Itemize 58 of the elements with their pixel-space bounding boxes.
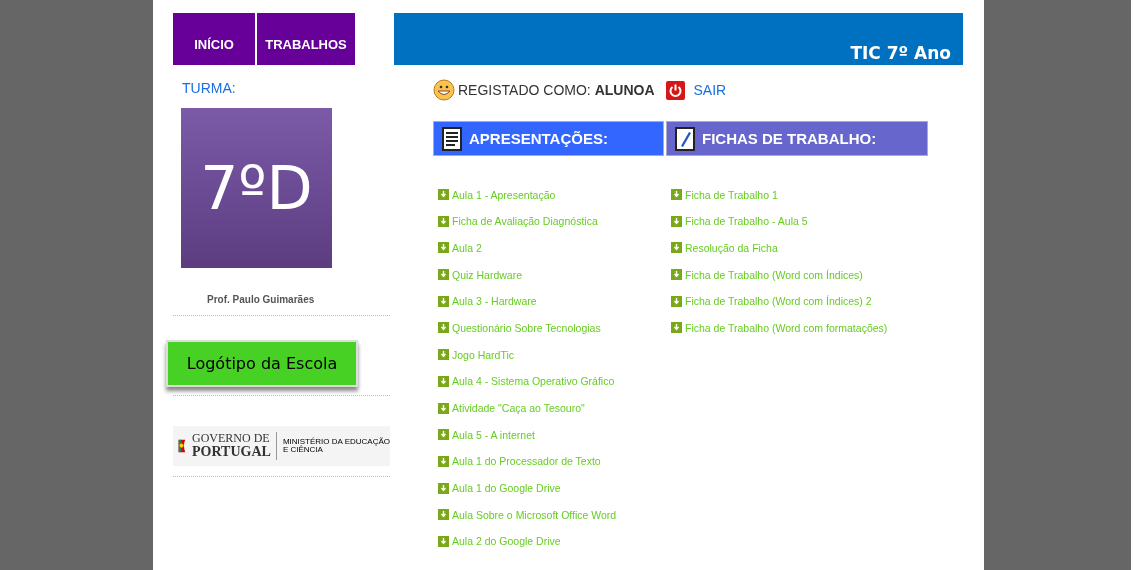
download-icon bbox=[438, 402, 449, 414]
download-icon bbox=[671, 322, 682, 334]
download-link[interactable]: Ficha de Avaliação Diagnóstica bbox=[452, 215, 598, 228]
download-icon bbox=[438, 375, 449, 387]
download-link[interactable]: Aula 1 - Apresentação bbox=[452, 188, 556, 201]
download-link[interactable]: Aula Sobre o Microsoft Office Word bbox=[452, 508, 617, 521]
logout-link[interactable]: SAIR bbox=[693, 82, 727, 98]
download-link[interactable]: Aula 2 do Google Drive bbox=[452, 535, 561, 548]
logged-in-text: REGISTADO COMO: ALUNOA bbox=[458, 82, 655, 98]
teacher-name: Prof. Paulo Guimarães bbox=[207, 294, 316, 305]
section-title: APRESENTAÇÕES: bbox=[469, 130, 608, 147]
class-label: TURMA: bbox=[182, 80, 237, 96]
government-text: GOVERNO DE bbox=[192, 432, 271, 445]
download-icon bbox=[671, 189, 682, 200]
download-link[interactable]: Aula 5 - A internet bbox=[452, 428, 535, 441]
download-icon bbox=[671, 242, 682, 254]
download-icon bbox=[438, 509, 449, 521]
download-icon bbox=[438, 269, 449, 281]
download-icon bbox=[671, 295, 682, 307]
download-link[interactable]: Quiz Hardware bbox=[452, 268, 523, 281]
download-icon bbox=[671, 269, 682, 281]
download-icon bbox=[438, 189, 449, 200]
download-icon bbox=[671, 215, 682, 227]
section-title: FICHAS DE TRABALHO: bbox=[702, 130, 877, 147]
pen-on-paper-icon bbox=[674, 126, 696, 151]
download-link[interactable]: Aula 2 bbox=[452, 241, 482, 254]
download-link[interactable]: Aula 1 do Google Drive bbox=[452, 482, 561, 495]
download-icon bbox=[438, 215, 449, 227]
school-logo: Logótipo da Escola bbox=[166, 340, 358, 387]
nav-link[interactable]: INÍCIO bbox=[173, 13, 255, 65]
site-title: TIC 7º Ano bbox=[850, 43, 951, 63]
download-icon bbox=[438, 349, 449, 361]
download-icon bbox=[438, 322, 449, 334]
download-link[interactable]: Ficha de Trabalho - Aula 5 bbox=[685, 215, 808, 228]
download-link[interactable]: Ficha de Trabalho (Word com Índices) 2 bbox=[685, 295, 872, 308]
download-link[interactable]: Ficha de Trabalho 1 bbox=[685, 188, 778, 201]
download-icon bbox=[438, 295, 449, 307]
download-link[interactable]: Aula 1 do Processador de Texto bbox=[452, 455, 601, 468]
smiley-icon bbox=[433, 79, 455, 101]
document-icon bbox=[441, 126, 463, 151]
download-icon bbox=[438, 455, 449, 467]
download-icon bbox=[438, 482, 449, 494]
download-icon bbox=[438, 242, 449, 254]
government-text: PORTUGAL bbox=[192, 444, 271, 460]
download-icon bbox=[438, 429, 449, 441]
download-link[interactable]: Ficha de Trabalho (Word com formatações) bbox=[685, 321, 888, 334]
download-link[interactable]: Atividade "Caça ao Tesouro" bbox=[452, 402, 585, 414]
download-link[interactable]: Aula 3 - Hardware bbox=[452, 295, 537, 308]
download-icon bbox=[438, 535, 449, 547]
power-icon[interactable] bbox=[665, 80, 685, 100]
download-link[interactable]: Jogo HardTic bbox=[452, 348, 515, 361]
ministry-text: MINISTÉRIO DA EDUCAÇÃO bbox=[282, 437, 390, 446]
download-link[interactable]: Resolução da Ficha bbox=[685, 241, 778, 254]
class-tile: 7ºD bbox=[181, 108, 332, 268]
nav-link[interactable]: TRABALHOS bbox=[257, 13, 355, 65]
download-link[interactable]: Aula 4 - Sistema Operativo Gráfico bbox=[452, 375, 615, 388]
download-link[interactable]: Questionário Sobre Tecnologias bbox=[452, 321, 601, 334]
download-link[interactable]: Ficha de Trabalho (Word com Índices) bbox=[685, 268, 863, 281]
